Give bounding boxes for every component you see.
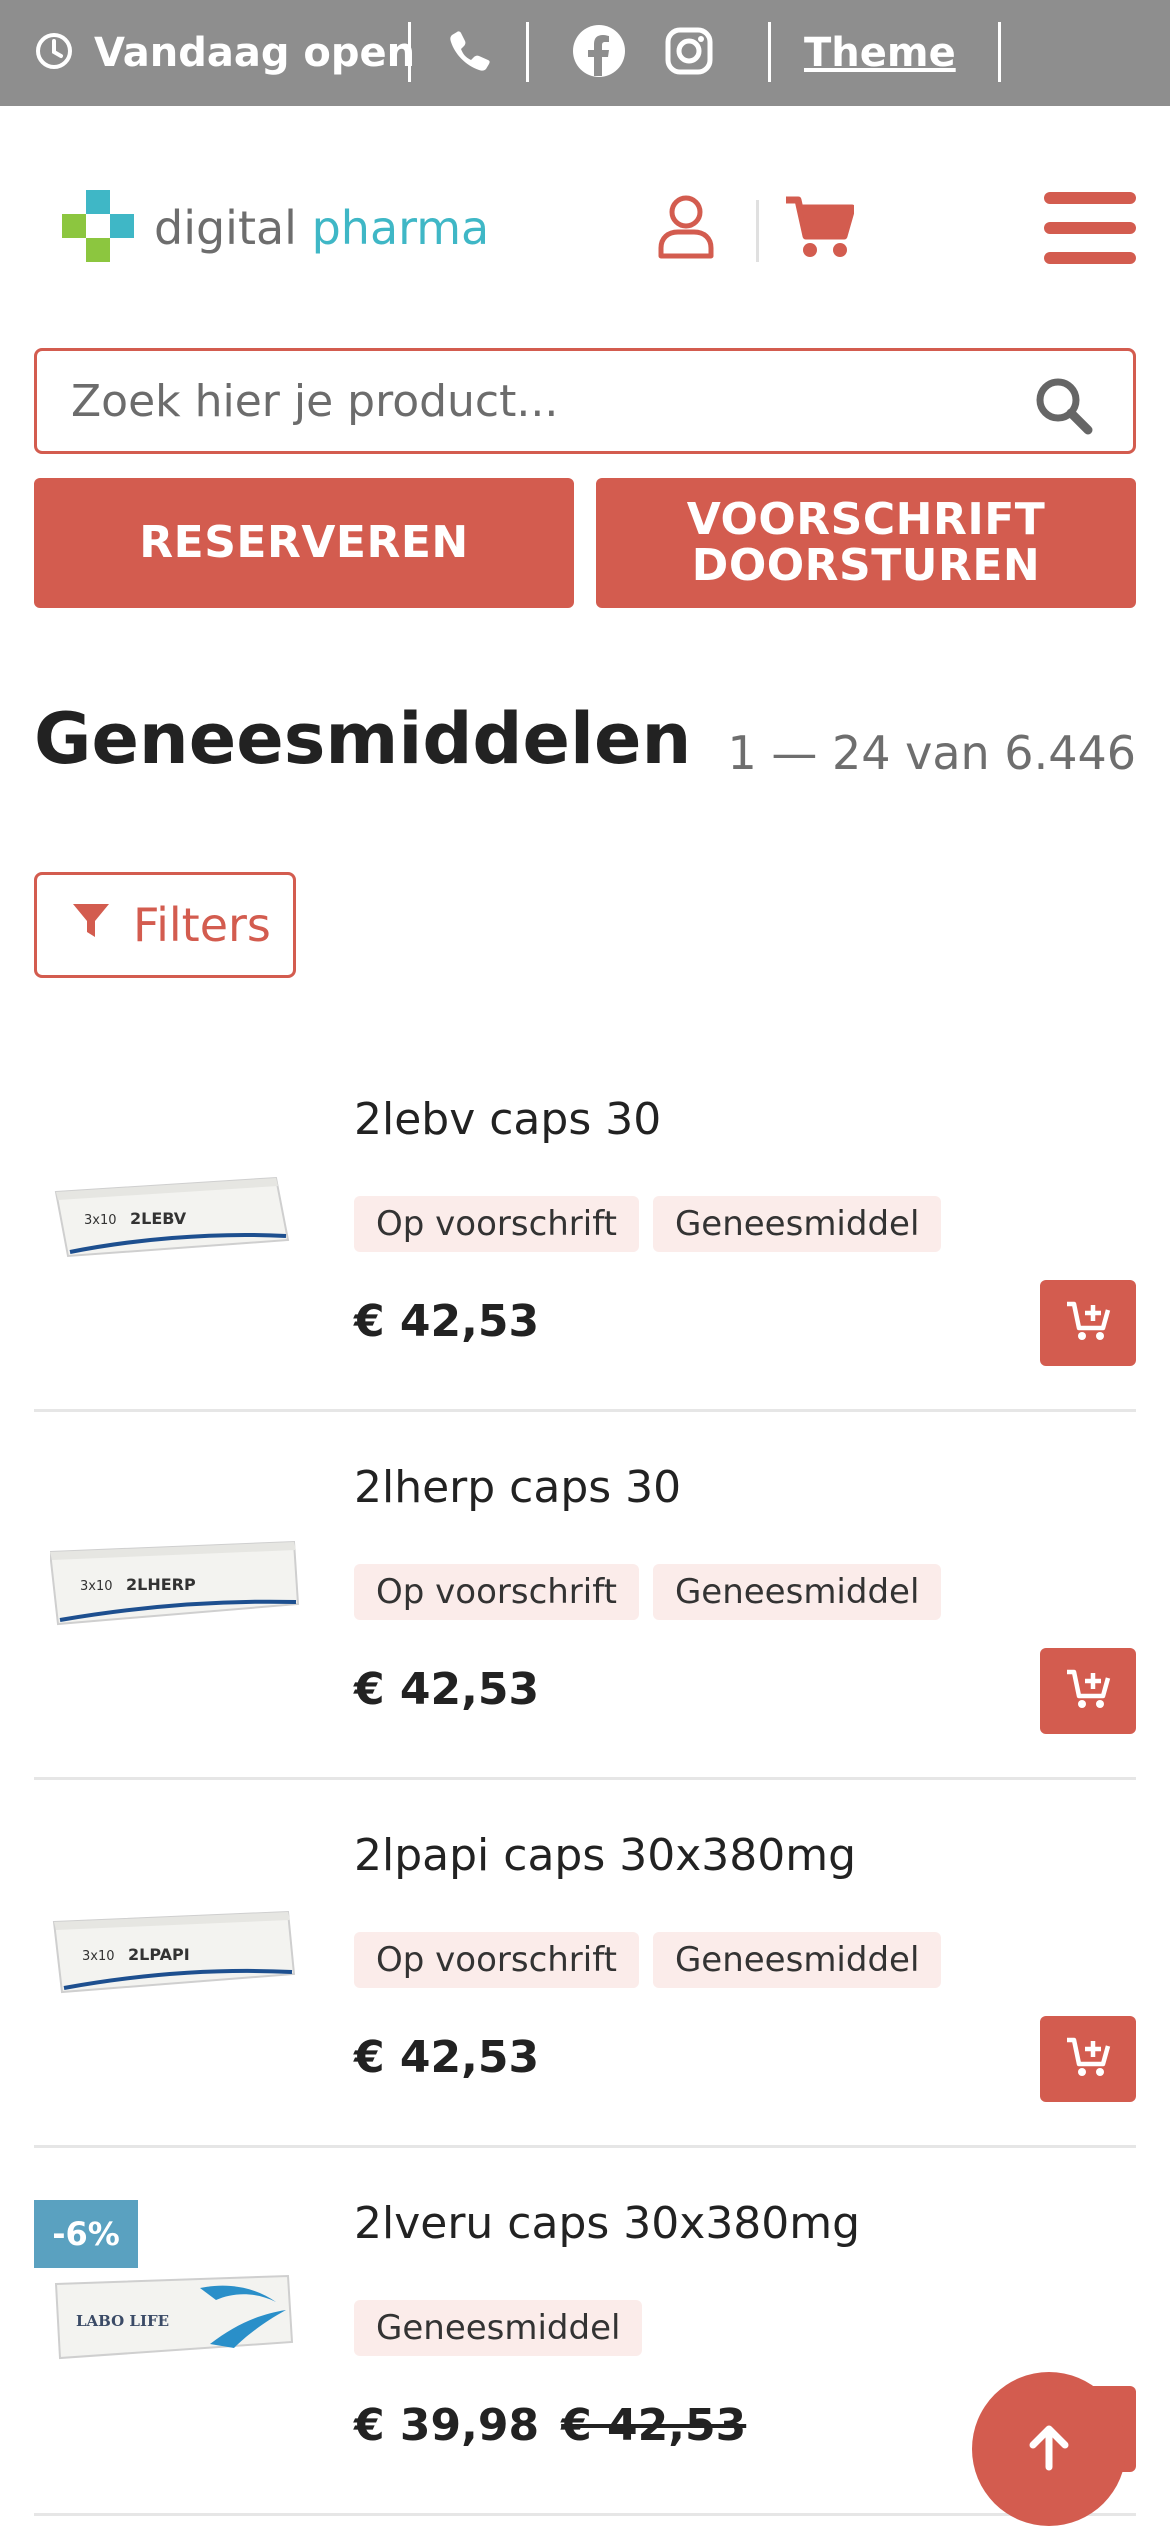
prescription-label-line1: VOORSCHRIFT [686, 494, 1046, 545]
cart-icon[interactable] [784, 194, 856, 264]
scroll-to-top-button[interactable] [972, 2372, 1126, 2526]
divider [408, 22, 411, 82]
site-logo[interactable]: digital pharma [60, 188, 489, 268]
svg-text:2LHERP: 2LHERP [126, 1575, 196, 1594]
prescription-tag: Op voorschrift [354, 1932, 639, 1988]
reserve-button-label: RESERVEREN [139, 517, 469, 568]
old-price: € 42,53 [561, 2400, 747, 2451]
product-image[interactable]: LABO LIFE [50, 2248, 300, 2368]
user-icon[interactable] [656, 194, 716, 264]
add-to-cart-button[interactable] [1040, 1280, 1136, 1366]
instagram-link[interactable] [664, 0, 714, 106]
product-price: € 42,53 [354, 1296, 539, 1347]
product-name[interactable]: 2lveru caps 30x380mg [354, 2198, 860, 2249]
medicine-tag: Geneesmiddel [354, 2300, 643, 2356]
product-price: € 42,53 [354, 2032, 539, 2083]
open-status-label: Vandaag open [94, 30, 416, 76]
prescription-label-line2: DOORSTUREN [691, 540, 1041, 591]
product-item[interactable]: -6% LABO LIFE 2lveru caps 30x380mg Genee… [34, 2148, 1136, 2516]
product-name[interactable]: 2lpapi caps 30x380mg [354, 1830, 856, 1881]
add-to-cart-button[interactable] [1040, 2016, 1136, 2102]
logo-wordmark: digital pharma [154, 201, 490, 255]
svg-text:3x10: 3x10 [80, 1579, 113, 1594]
page-title: Geneesmiddelen [34, 698, 692, 780]
svg-text:2LEBV: 2LEBV [130, 1209, 187, 1228]
facebook-icon [572, 24, 626, 82]
price-value: € 42,53 [354, 1664, 540, 1715]
divider [998, 22, 1001, 82]
clock-icon [34, 31, 74, 75]
instagram-icon [664, 26, 714, 80]
opening-hours[interactable]: Vandaag open [34, 0, 415, 106]
filter-icon [71, 898, 111, 952]
search-input[interactable] [71, 375, 971, 427]
header-divider [756, 200, 759, 262]
filters-label: Filters [133, 898, 271, 952]
cart-plus-icon [1065, 1668, 1111, 1714]
price-value: € 39,98 [354, 2400, 540, 2451]
product-image[interactable]: 3x10 2LPAPI [50, 1880, 300, 2000]
theme-link[interactable]: Theme [804, 30, 956, 76]
top-bar: Vandaag open Theme [0, 0, 1170, 106]
reserve-button[interactable]: RESERVEREN [34, 478, 574, 608]
arrow-up-icon [1025, 2423, 1073, 2475]
product-tags: Op voorschrift Geneesmiddel [354, 1932, 942, 1988]
add-to-cart-button[interactable] [1040, 1648, 1136, 1734]
filters-button[interactable]: Filters [34, 872, 296, 978]
svg-text:2LPAPI: 2LPAPI [128, 1945, 190, 1964]
prescription-tag: Op voorschrift [354, 1196, 639, 1252]
cart-plus-icon [1065, 1300, 1111, 1346]
product-image[interactable]: 3x10 2LHERP [48, 1512, 300, 1632]
prescription-tag: Op voorschrift [354, 1564, 639, 1620]
product-price: € 39,98 € 42,53 [354, 2400, 746, 2451]
site-header: digital pharma [0, 106, 1170, 346]
hamburger-menu-icon[interactable] [1044, 190, 1136, 270]
product-name[interactable]: 2lherp caps 30 [354, 1462, 681, 1513]
product-tags: Op voorschrift Geneesmiddel [354, 1564, 942, 1620]
svg-text:3x10: 3x10 [82, 1949, 115, 1964]
product-item[interactable]: 3x10 2LPAPI 2lpapi caps 30x380mg Op voor… [34, 1780, 1136, 2148]
medicine-tag: Geneesmiddel [652, 1196, 942, 1252]
product-tags: Geneesmiddel [354, 2300, 643, 2356]
price-value: € 42,53 [354, 1296, 540, 1347]
facebook-link[interactable] [572, 0, 626, 106]
price-value: € 42,53 [354, 2032, 540, 2083]
product-price: € 42,53 [354, 1664, 539, 1715]
divider [768, 22, 771, 82]
divider [526, 22, 529, 82]
search-icon[interactable] [1033, 375, 1093, 439]
search-bar [34, 348, 1136, 454]
medicine-tag: Geneesmiddel [652, 1932, 942, 1988]
product-name[interactable]: 2lebv caps 30 [354, 1094, 661, 1145]
product-list: 3x10 2LEBV 2lebv caps 30 Op voorschrift … [34, 1044, 1136, 2516]
cart-plus-icon [1065, 2036, 1111, 2082]
product-item[interactable]: 3x10 2LHERP 2lherp caps 30 Op voorschrif… [34, 1412, 1136, 1780]
product-image[interactable]: 3x10 2LEBV [50, 1144, 300, 1264]
phone-button[interactable] [448, 0, 492, 106]
svg-text:LABO LIFE: LABO LIFE [76, 2312, 169, 2330]
phone-icon [448, 29, 492, 77]
product-tags: Op voorschrift Geneesmiddel [354, 1196, 942, 1252]
svg-text:3x10: 3x10 [84, 1213, 117, 1228]
medicine-tag: Geneesmiddel [652, 1564, 942, 1620]
pharmacy-cross-icon [60, 188, 136, 268]
result-count: 1 — 24 van 6.446 [727, 726, 1136, 780]
send-prescription-button[interactable]: VOORSCHRIFT DOORSTUREN [596, 478, 1136, 608]
product-item[interactable]: 3x10 2LEBV 2lebv caps 30 Op voorschrift … [34, 1044, 1136, 1412]
